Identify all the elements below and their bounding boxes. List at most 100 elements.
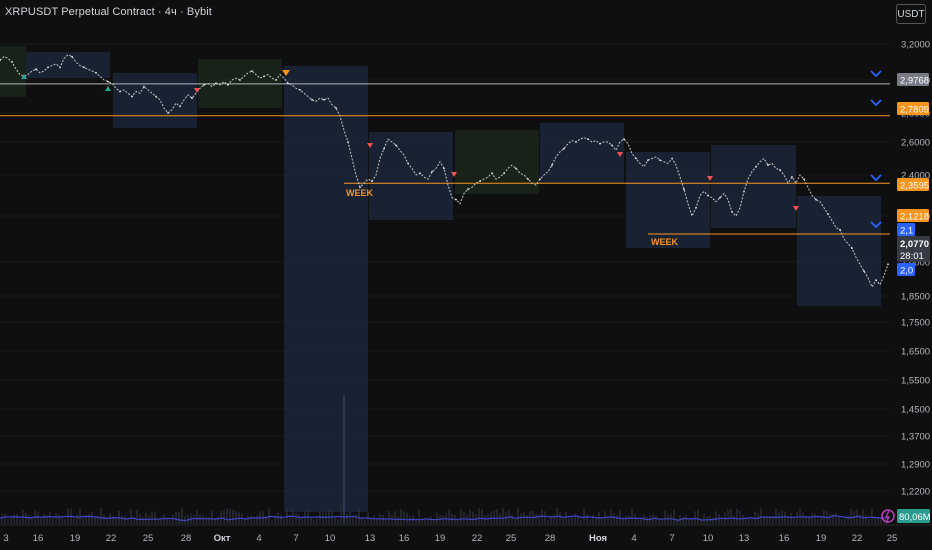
range-box [113,73,197,128]
x-tick-label: 19 [70,533,81,544]
price-point [407,162,409,165]
x-tick-label: 16 [779,533,790,544]
price-point [563,147,565,150]
price-point [815,198,817,201]
price-point [707,194,709,197]
price-point [299,89,301,91]
y-tick-label: 3,2000 [901,40,930,51]
price-point [71,55,73,58]
x-tick-label: 22 [852,533,863,544]
x-tick-label: 7 [669,533,674,544]
chevron-down-icon [870,70,882,78]
price-point [659,159,661,162]
y-tick-label: 1,4500 [901,405,930,416]
price-point [191,97,193,99]
last-price-label: 2,0770 [900,239,929,250]
price-point [371,180,373,183]
x-tick-label: 10 [703,533,714,544]
range-box [711,145,796,228]
price-point [611,144,613,147]
price-point [731,211,733,213]
price-point [323,98,325,101]
y-tick-label: 1,8500 [901,292,930,303]
price-point [695,206,697,209]
x-tick-label: 22 [472,533,483,544]
price-point [539,178,541,181]
range-box [455,130,539,194]
price-point [527,178,529,181]
buy-marker [105,86,111,91]
range-box [284,66,368,512]
price-point [743,190,745,193]
price-tag-label: 2,1 [900,226,913,237]
y-tick-label: 1,5500 [901,376,930,387]
price-point [803,178,805,181]
price-point [311,98,313,101]
price-point [719,196,721,199]
x-tick-label: 7 [293,533,298,544]
price-point [491,172,493,175]
time-axis[interactable]: 3 16 19 22 25 28 Окт 4 7 10 13 16 19 22 25 28 Ноя 4 7 10 13 1… [0,524,932,544]
price-point [263,75,265,78]
price-point [347,141,349,143]
price-tag-label: 2,0 [900,266,913,277]
x-tick-label: 22 [106,533,117,544]
x-tick-label: 16 [399,533,410,544]
price-point [155,95,157,98]
y-tick-label: 1,6500 [901,347,930,358]
price-point [275,79,277,81]
y-tick-label: 2,6000 [901,138,930,149]
price-point [227,84,229,86]
price-point [383,147,385,150]
price-point [599,142,601,145]
price-point [839,228,841,231]
x-tick-label: 10 [325,533,336,544]
price-point [647,159,649,162]
price-point [95,71,97,74]
price-point [875,279,877,281]
x-tick-label: 13 [365,533,376,544]
x-tick-label: 28 [545,533,556,544]
x-tick-label: 4 [631,533,636,544]
price-point [203,84,205,86]
x-tick-label: 25 [506,533,517,544]
range-box [26,52,110,78]
range-box [540,123,624,183]
price-point [167,112,169,114]
x-tick-label: 28 [181,533,192,544]
price-point [575,141,577,143]
price-point [791,176,793,178]
price-point [179,105,181,108]
price-tag-label: 2,3595 [900,181,929,192]
price-point [251,70,253,72]
price-point [11,61,13,63]
price-point [671,157,673,160]
x-tick-label: 19 [435,533,446,544]
price-point [503,172,505,175]
y-tick-label: 1,7500 [901,318,930,329]
volume-label: 80,06M [899,512,931,523]
price-point [239,79,241,81]
week-label: WEEK [346,188,374,198]
price-axis[interactable]: 3,20003,00002,80002,60002,40002,20002,00… [881,40,931,524]
range-box [0,46,26,97]
price-point [551,164,553,167]
price-point [587,138,589,141]
price-point [335,107,337,109]
price-chart[interactable]: WEEK WEEK 3,20003,00002,80002,60002,40002… [0,0,932,550]
price-point [851,247,853,250]
range-box [797,196,881,306]
x-tick-label: Ноя [589,533,607,544]
price-point [467,188,469,191]
x-tick-label: 3 [3,533,8,544]
range-box [369,132,453,220]
price-point [623,138,625,141]
price-point [515,167,517,170]
price-tag-label: 2,1218 [900,212,929,223]
y-tick-label: 1,2900 [901,460,930,471]
price-point [143,85,145,88]
price-point [119,90,121,93]
price-point [431,170,433,173]
y-tick-label: 1,3700 [901,432,930,443]
currency-button[interactable]: USDT [896,4,926,24]
